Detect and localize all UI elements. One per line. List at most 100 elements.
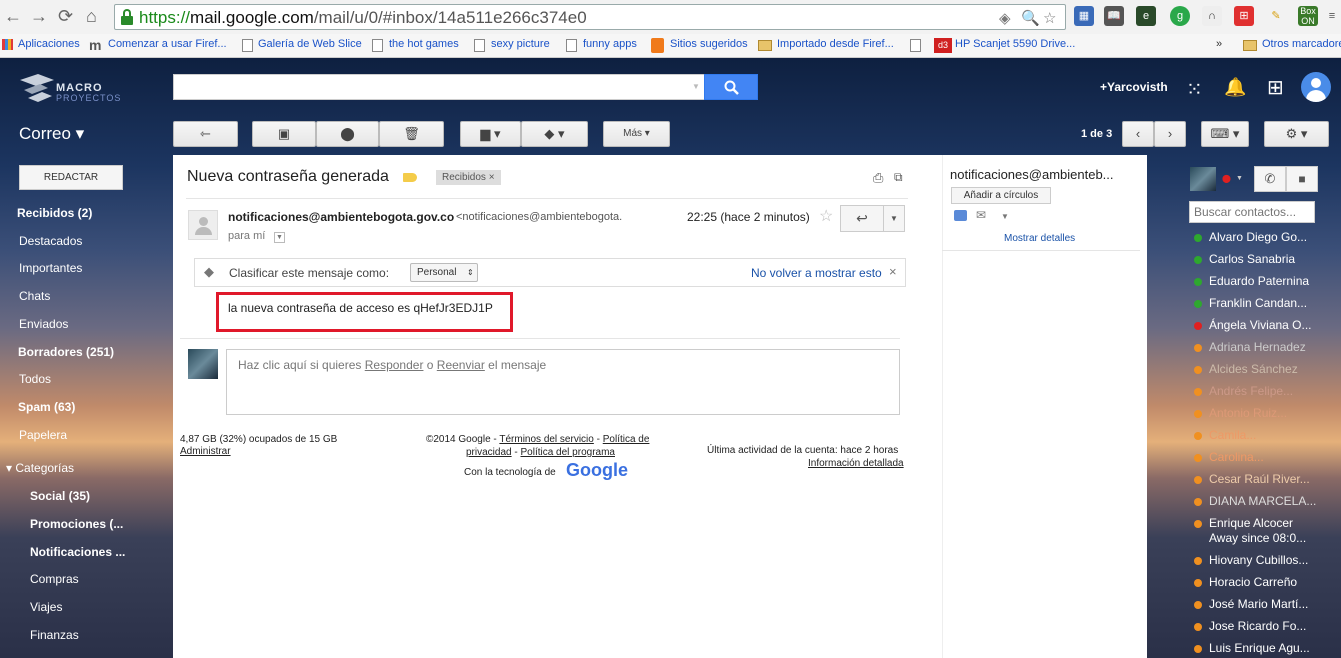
sidebar-item-updates[interactable]: Notificaciones ... [30, 545, 125, 559]
contact-item[interactable]: Enrique Alcocer [1194, 516, 1340, 530]
sidebar-item-inbox[interactable]: Recibidos (2) [17, 206, 92, 220]
contact-item[interactable]: Ángela Viviana O... [1194, 318, 1340, 332]
contact-item[interactable]: Andrés Felipe... [1194, 384, 1340, 398]
notifications-bell-icon[interactable]: 🔔 [1224, 77, 1246, 98]
extension-icon[interactable]: ◈ [999, 9, 1011, 27]
reload-icon[interactable]: ⟳ [58, 6, 73, 27]
home-icon[interactable]: ⌂ [86, 6, 97, 27]
terms-link[interactable]: Términos del servicio [499, 434, 593, 445]
close-icon[interactable]: × [489, 172, 495, 183]
sidebar-item-categories[interactable]: ▾ Categorías [6, 461, 74, 475]
privacy-link[interactable]: Política de [603, 434, 650, 445]
contact-item[interactable]: Adriana Hernadez [1194, 340, 1340, 354]
star-icon[interactable]: ☆ [1043, 9, 1056, 27]
ext-editor-icon[interactable]: e [1136, 6, 1156, 26]
input-tools-button[interactable]: ⌨ ▾ [1201, 121, 1249, 147]
contact-item[interactable]: Cesar Raúl River... [1194, 472, 1340, 486]
contact-item[interactable]: Carlos Sanabria [1194, 252, 1340, 266]
newer-button[interactable]: ‹ [1122, 121, 1154, 147]
search-button[interactable] [704, 74, 758, 100]
contact-item[interactable]: Luis Enrique Agu... [1194, 641, 1340, 655]
add-to-circles-button[interactable]: Añadir a círculos [951, 187, 1051, 204]
my-chat-avatar[interactable] [1190, 167, 1216, 191]
print-icon[interactable]: ⎙ [873, 170, 883, 186]
sidebar-item-all-mail[interactable]: Todos [19, 372, 51, 386]
mail-icon[interactable]: ✉ [976, 208, 986, 222]
sender-name[interactable]: notificaciones@ambientebogota.gov.co [228, 210, 454, 224]
labels-button[interactable]: ◆ ▾ [521, 121, 588, 147]
ext-g-icon[interactable]: g [1170, 6, 1190, 26]
sidebar-item-starred[interactable]: Destacados [19, 234, 82, 248]
new-window-icon[interactable]: ⧉ [894, 170, 903, 185]
important-marker-icon[interactable] [403, 173, 417, 182]
reply-button[interactable]: ↩ [840, 205, 884, 232]
reply-box[interactable]: Haz clic aquí si quieres Responder o Ree… [226, 349, 900, 415]
menu-icon[interactable]: ≡ [1322, 6, 1341, 26]
chevron-down-icon[interactable]: ▼ [1001, 212, 1009, 221]
show-details-link[interactable]: Mostrar detalles [1004, 233, 1075, 244]
inbox-label-chip[interactable]: Recibidos × [436, 170, 501, 185]
report-spam-button[interactable]: ⬤ [316, 121, 379, 147]
contact-item[interactable]: Hiovany Cubillos... [1194, 553, 1340, 567]
contact-item[interactable]: Alcides Sánchez [1194, 362, 1340, 376]
share-plus-icon[interactable]: ⊞ [1267, 75, 1284, 100]
ext-book-icon[interactable]: 📖 [1104, 6, 1124, 26]
contact-item[interactable]: Jose Ricardo Fo... [1194, 619, 1340, 633]
contact-item[interactable]: Horacio Carreño [1194, 575, 1340, 589]
app-switcher[interactable]: Correo ▾ [19, 124, 84, 144]
contact-item[interactable]: Eduardo Paternina [1194, 274, 1340, 288]
contact-item[interactable]: Camila... [1194, 428, 1340, 442]
bookmark-galeria[interactable]: Galería de Web Slice [258, 38, 362, 50]
chat-bubble-icon[interactable] [954, 210, 967, 221]
contact-item[interactable]: José Mario Martí... [1194, 597, 1340, 611]
sidebar-item-finance[interactable]: Finanzas [30, 628, 79, 642]
sidebar-item-spam[interactable]: Spam (63) [18, 400, 75, 414]
call-button[interactable]: ✆ [1254, 166, 1286, 192]
ext-pen-icon[interactable]: ✎ [1266, 6, 1286, 26]
forward-icon[interactable]: → [30, 6, 48, 27]
status-busy-icon[interactable]: ⬤ [1222, 174, 1231, 183]
delete-button[interactable]: 🗑 [379, 121, 444, 147]
apps-grid-icon[interactable]: ⁙ [1186, 77, 1203, 102]
manage-storage-link[interactable]: Administrar [180, 446, 231, 457]
program-policy-link[interactable]: Política del programa [520, 447, 615, 458]
privacy-link-cont[interactable]: privacidad [466, 447, 512, 458]
contact-item[interactable]: Alvaro Diego Go... [1194, 230, 1340, 244]
reply-link[interactable]: Responder [365, 358, 424, 372]
ext-screen-icon[interactable]: ▦ [1074, 6, 1094, 26]
back-to-inbox-button[interactable]: ⇽ [173, 121, 238, 147]
mail-search-input[interactable]: ▼ [173, 74, 705, 100]
contact-item[interactable]: Franklin Candan... [1194, 296, 1340, 310]
bookmark-otros-marcadores[interactable]: Otros marcadores [1262, 38, 1341, 50]
bookmark-importado[interactable]: Importado desde Firef... [777, 38, 894, 50]
bookmark-sitios-sugeridos[interactable]: Sitios sugeridos [670, 38, 748, 50]
activity-details-link[interactable]: Información detallada [808, 458, 904, 469]
search-icon[interactable]: 🔍 [1021, 9, 1040, 27]
sidebar-item-chats[interactable]: Chats [19, 289, 50, 303]
forward-link[interactable]: Reenviar [437, 358, 485, 372]
sidebar-item-social[interactable]: Social (35) [30, 489, 90, 503]
move-to-button[interactable]: ▆ ▾ [460, 121, 521, 147]
sidebar-item-drafts[interactable]: Borradores (251) [18, 345, 114, 359]
back-icon[interactable]: ← [4, 6, 22, 27]
address-bar[interactable]: https://mail.google.com/mail/u/0/#inbox/… [114, 4, 1066, 30]
more-bookmarks-chevron[interactable]: » [1216, 38, 1222, 50]
sidebar-item-important[interactable]: Importantes [19, 261, 82, 275]
ext-boxon-icon[interactable]: Box ON [1298, 6, 1318, 26]
video-call-button[interactable]: ■ [1286, 166, 1318, 192]
bookmark-funny-apps[interactable]: funny apps [583, 38, 637, 50]
contact-item[interactable]: DIANA MARCELA... [1194, 494, 1340, 508]
company-logo[interactable]: MACRO PROYECTOS [18, 70, 148, 104]
bookmark-sexy-picture[interactable]: sexy picture [491, 38, 550, 50]
dont-show-again-link[interactable]: No volver a mostrar esto [751, 266, 882, 280]
sidebar-item-sent[interactable]: Enviados [19, 317, 68, 331]
more-button[interactable]: Más ▾ [603, 121, 670, 147]
more-actions-button[interactable]: ▼ [883, 205, 905, 232]
user-profile-link[interactable]: +Yarcovisth [1100, 80, 1168, 94]
bookmark-hp-scanjet[interactable]: HP Scanjet 5590 Drive... [955, 38, 1075, 50]
sidebar-item-purchases[interactable]: Compras [30, 572, 79, 586]
category-select[interactable]: Personal ⇕ [410, 263, 478, 282]
older-button[interactable]: › [1154, 121, 1186, 147]
contact-item[interactable]: Antonio Ruiz... [1194, 406, 1340, 420]
sidebar-item-travel[interactable]: Viajes [30, 600, 62, 614]
